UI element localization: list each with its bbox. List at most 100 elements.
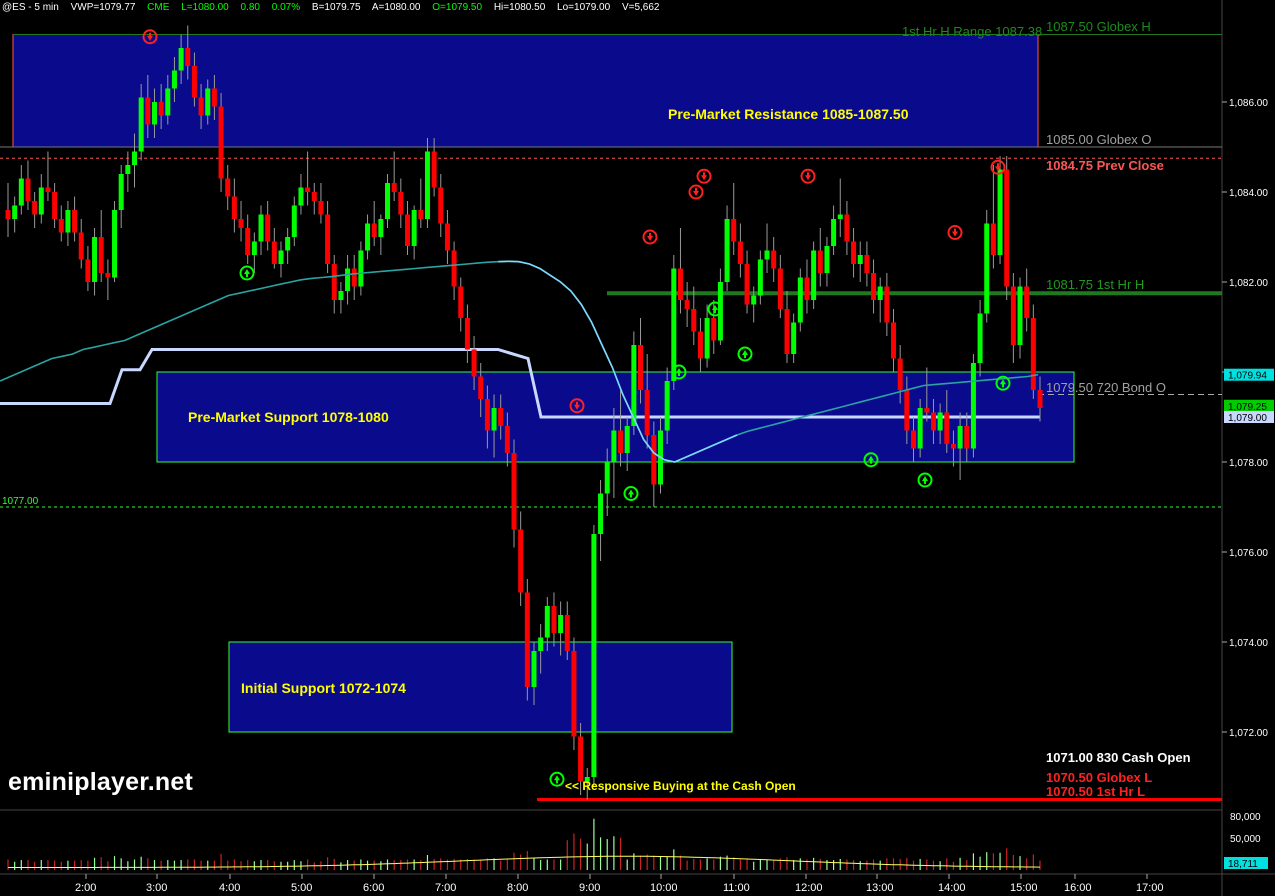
- candle-body: [924, 408, 930, 413]
- candle-body: [245, 228, 251, 255]
- price-tick-label: 1,072.00: [1229, 728, 1268, 739]
- candle-body: [638, 345, 644, 390]
- candle-body: [118, 174, 124, 210]
- time-tick-label: 4:00: [219, 882, 240, 894]
- price-badge-label: 1,079.94: [1228, 371, 1267, 382]
- candle-body: [305, 187, 311, 192]
- candle-body: [857, 255, 863, 264]
- candle-body: [757, 259, 763, 296]
- candle-body: [884, 286, 890, 323]
- candle-body: [964, 426, 970, 449]
- sell-signal-icon: [947, 225, 963, 240]
- price-tick-label: 1,078.00: [1229, 458, 1268, 469]
- buy-signal-icon: [737, 346, 753, 362]
- zone-label: Initial Support 1072-1074: [241, 680, 406, 696]
- candle-body: [1010, 286, 1016, 345]
- candle-body: [871, 273, 877, 300]
- candle-body: [697, 331, 703, 359]
- candle-body: [771, 250, 777, 269]
- candle-body: [98, 237, 104, 273]
- candle-body: [398, 192, 404, 215]
- candle-body: [664, 381, 670, 431]
- candle-body: [438, 187, 444, 224]
- candle-body: [211, 88, 217, 107]
- candle-body: [744, 264, 750, 305]
- candle-body: [65, 210, 71, 233]
- candle-body: [158, 102, 164, 116]
- candle-body: [32, 201, 38, 215]
- candle-body: [504, 426, 510, 453]
- price-chart[interactable]: Pre-Market Resistance 1085-1087.50 Pre-Ma…: [0, 0, 1275, 896]
- candle-body: [345, 268, 351, 291]
- level-label: 1079.50 720 Bond O: [1046, 380, 1166, 395]
- candle-body: [238, 219, 244, 228]
- sell-signal-icon: [688, 184, 704, 200]
- price-tick-label: 1,074.00: [1229, 638, 1268, 649]
- candle-body: [112, 210, 118, 278]
- candle-body: [877, 286, 883, 300]
- candle-body: [591, 534, 597, 777]
- time-tick-label: 10:00: [650, 882, 678, 894]
- candle-body: [791, 322, 797, 354]
- candle-body: [431, 151, 437, 188]
- time-tick-label: 5:00: [291, 882, 312, 894]
- candle-body: [984, 223, 990, 314]
- candle-body: [72, 210, 78, 233]
- candle-body: [711, 318, 717, 341]
- volume-bars: [7, 818, 1041, 870]
- candle-body: [970, 363, 976, 449]
- time-tick-label: 8:00: [507, 882, 528, 894]
- time-tick-label: 14:00: [938, 882, 966, 894]
- sell-signal-icon: [800, 168, 816, 184]
- candle-body: [385, 183, 391, 219]
- time-tick-label: 16:00: [1064, 882, 1092, 894]
- candle-body: [132, 151, 138, 165]
- candle-body: [624, 426, 630, 453]
- candle-body: [365, 223, 371, 251]
- candle-body: [285, 237, 291, 251]
- price-tick-label: 1,082.00: [1229, 278, 1268, 289]
- candle-body: [684, 300, 690, 309]
- candle-body: [424, 151, 430, 219]
- candle-body: [178, 48, 184, 71]
- candle-body: [205, 88, 211, 116]
- candle-body: [1017, 286, 1023, 345]
- candle-body: [198, 97, 204, 116]
- candle-body: [691, 309, 697, 332]
- candle-body: [704, 318, 710, 359]
- candle-body: [358, 250, 364, 287]
- level-label: 1084.75 Prev Close: [1046, 158, 1164, 173]
- candle-body: [278, 250, 284, 264]
- candle-body: [318, 201, 324, 215]
- candle-body: [471, 349, 477, 377]
- buy-signal-icon: [239, 265, 255, 281]
- candle-body: [171, 70, 177, 89]
- candle-body: [724, 219, 730, 282]
- candle-body: [78, 232, 84, 260]
- time-tick-label: 13:00: [866, 882, 894, 894]
- candle-body: [298, 187, 304, 206]
- candle-body: [45, 187, 51, 192]
- time-tick-label: 9:00: [579, 882, 600, 894]
- candle-body: [371, 223, 377, 237]
- candle-body: [538, 637, 544, 651]
- candle-body: [604, 462, 610, 494]
- candle-body: [458, 286, 464, 318]
- annotation-text: << Responsive Buying at the Cash Open: [565, 779, 796, 793]
- candle-body: [478, 376, 484, 399]
- candle-body: [564, 615, 570, 651]
- buy-signal-icon: [917, 472, 933, 488]
- volume-badge-label: 18,711: [1228, 859, 1258, 870]
- candle-body: [817, 250, 823, 273]
- candle-body: [391, 183, 397, 192]
- candle-body: [311, 192, 317, 201]
- brand-watermark: eminiplayer.net: [8, 768, 194, 796]
- candle-body: [544, 606, 550, 638]
- candle-body: [338, 291, 344, 300]
- candle-body: [910, 430, 916, 449]
- time-tick-label: 6:00: [363, 882, 384, 894]
- price-tick-label: 1,076.00: [1229, 548, 1268, 559]
- candle-body: [764, 250, 770, 260]
- candle-body: [265, 214, 271, 242]
- candle-body: [531, 651, 537, 687]
